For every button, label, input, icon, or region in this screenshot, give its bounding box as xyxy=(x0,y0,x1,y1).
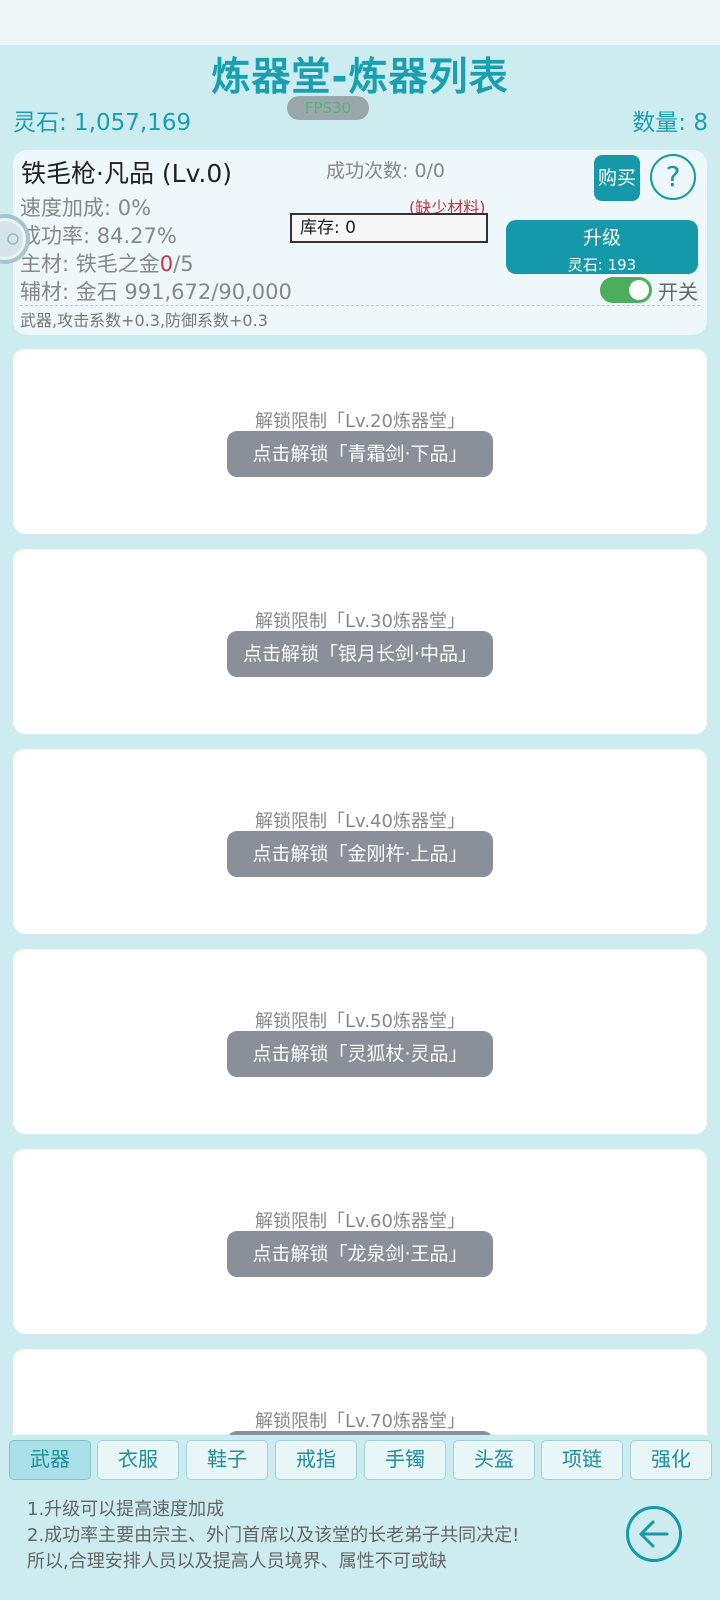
tab-clothes[interactable]: 衣服 xyxy=(97,1440,179,1480)
tab-helmet[interactable]: 头盔 xyxy=(453,1440,535,1480)
unlock-button[interactable]: 点击解锁「龙泉剑·王品」 xyxy=(227,1231,493,1277)
locked-card: 解锁限制「Lv.60炼器堂」 点击解锁「龙泉剑·王品」 xyxy=(13,1149,707,1334)
locked-card: 解锁限制「Lv.30炼器堂」 点击解锁「银月长剑·中品」 xyxy=(13,549,707,734)
unlock-requirement: 解锁限制「Lv.60炼器堂」 xyxy=(255,1211,465,1232)
item-name: 铁毛枪·凡品 (Lv.0) xyxy=(21,159,233,188)
unlock-button[interactable]: 点击解锁「金刚杵·上品」 xyxy=(227,831,493,877)
unlock-requirement: 解锁限制「Lv.30炼器堂」 xyxy=(255,611,465,632)
auto-toggle[interactable] xyxy=(600,277,652,303)
tab-enhance[interactable]: 强化 xyxy=(630,1440,712,1480)
divider xyxy=(20,305,700,306)
upgrade-button[interactable]: 升级 灵石: 193 xyxy=(506,220,698,274)
buy-button[interactable]: 购买 xyxy=(594,155,640,201)
speed-bonus: 速度加成: 0% xyxy=(20,196,152,220)
unlock-requirement: 解锁限制「Lv.70炼器堂」 xyxy=(255,1411,465,1432)
toggle-label: 开关 xyxy=(658,280,698,304)
unlock-button[interactable]: 点击解锁「青霜剑·下品」 xyxy=(227,431,493,477)
success-rate: 成功率: 84.27% xyxy=(20,224,177,248)
tab-bracelet[interactable]: 手镯 xyxy=(364,1440,446,1480)
tab-necklace[interactable]: 项链 xyxy=(541,1440,623,1480)
locked-card: 解锁限制「Lv.50炼器堂」 点击解锁「灵狐杖·灵品」 xyxy=(13,949,707,1134)
stock-field: 库存: 0 xyxy=(290,213,488,243)
main-material: 主材: 铁毛之金0/5 xyxy=(20,248,194,278)
tip-line: 2.成功率主要由宗主、外门首席以及该堂的长老弟子共同决定! xyxy=(27,1525,520,1546)
back-button[interactable] xyxy=(626,1506,682,1562)
tips-text: 1.升级可以提高速度加成 2.成功率主要由宗主、外门首席以及该堂的长老弟子共同决… xyxy=(27,1497,519,1575)
locked-item-list[interactable]: 解锁限制「Lv.20炼器堂」 点击解锁「青霜剑·下品」 解锁限制「Lv.30炼器… xyxy=(0,345,720,1435)
unlock-button[interactable] xyxy=(227,1431,493,1435)
fps-badge: FPS30 xyxy=(287,96,369,120)
spirit-stone-total: 灵石: 1,057,169 xyxy=(13,110,192,136)
locked-card: 解锁限制「Lv.70炼器堂」 xyxy=(13,1349,707,1435)
tab-shoes[interactable]: 鞋子 xyxy=(186,1440,268,1480)
tab-weapon[interactable]: 武器 xyxy=(9,1440,91,1480)
main-material-have: 0 xyxy=(159,252,174,276)
item-description: 武器,攻击系数+0.3,防御系数+0.3 xyxy=(20,311,268,330)
unlock-requirement: 解锁限制「Lv.50炼器堂」 xyxy=(255,1011,465,1032)
upgrade-cost: 灵石: 193 xyxy=(567,256,637,274)
main-material-need: /5 xyxy=(173,252,194,276)
status-bar xyxy=(0,0,720,45)
category-tabbar: 武器 衣服 鞋子 戒指 手镯 头盔 项链 强化 xyxy=(0,1437,720,1483)
item-card-iron-spear: 铁毛枪·凡品 (Lv.0) 成功次数: 0/0 购买 ? 速度加成: 0% (缺… xyxy=(13,150,707,335)
unlock-button[interactable]: 点击解锁「银月长剑·中品」 xyxy=(227,631,493,677)
unlock-requirement: 解锁限制「Lv.40炼器堂」 xyxy=(255,811,465,832)
upgrade-label: 升级 xyxy=(582,227,621,249)
success-count: 成功次数: 0/0 xyxy=(326,160,446,182)
locked-card: 解锁限制「Lv.20炼器堂」 点击解锁「青霜剑·下品」 xyxy=(13,349,707,534)
tip-line: 1.升级可以提高速度加成 xyxy=(27,1499,225,1520)
toggle-knob xyxy=(629,280,649,300)
main-material-label: 主材: 铁毛之金 xyxy=(20,252,160,276)
item-count: 数量: 8 xyxy=(632,110,708,136)
left-arrow-circle-icon xyxy=(639,1520,669,1548)
unlock-button[interactable]: 点击解锁「灵狐杖·灵品」 xyxy=(227,1031,493,1077)
aux-material: 辅材: 金石 991,672/90,000 xyxy=(20,280,292,304)
page-title: 炼器堂-炼器列表 xyxy=(211,55,509,100)
locked-card: 解锁限制「Lv.40炼器堂」 点击解锁「金刚杵·上品」 xyxy=(13,749,707,934)
unlock-requirement: 解锁限制「Lv.20炼器堂」 xyxy=(255,411,465,432)
help-button[interactable]: ? xyxy=(650,154,696,200)
question-mark-icon: ? xyxy=(665,160,681,193)
tab-ring[interactable]: 戒指 xyxy=(275,1440,357,1480)
tip-line: 所以,合理安排人员以及提高人员境界、属性不可或缺 xyxy=(27,1551,447,1572)
